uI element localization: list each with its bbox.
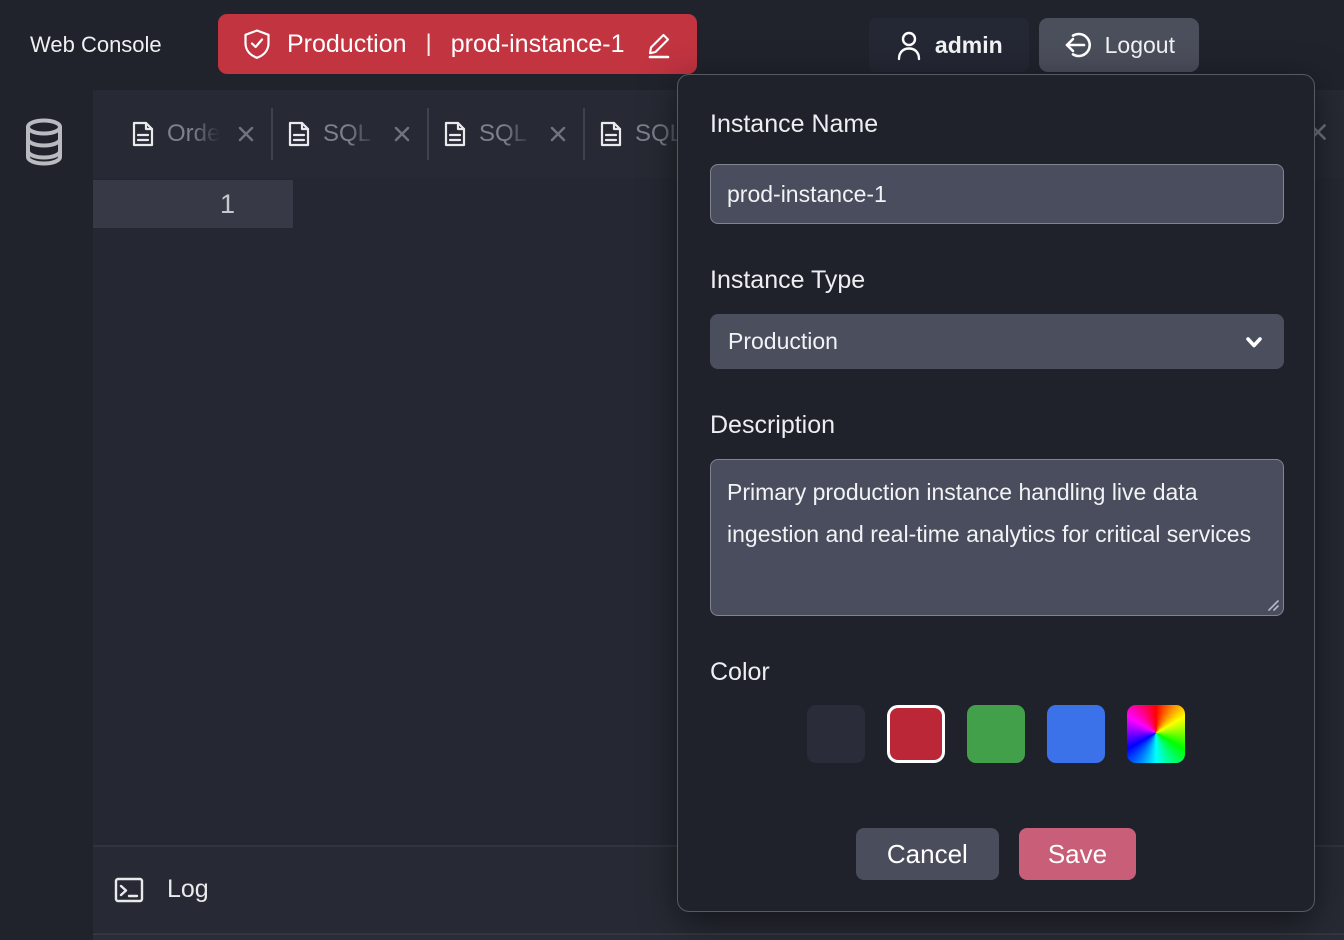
resize-handle-icon[interactable] <box>1267 599 1279 611</box>
logout-label: Logout <box>1105 32 1175 59</box>
instance-type-label: Production <box>287 30 407 59</box>
color-swatch-rainbow[interactable] <box>1127 705 1185 763</box>
web-console-screen: Web Console Production | prod-instance-1 <box>0 0 1344 940</box>
description-textarea[interactable]: Primary production instance handling liv… <box>710 459 1284 616</box>
file-icon <box>131 120 155 148</box>
chevron-down-icon <box>1242 330 1266 354</box>
file-icon <box>287 120 311 148</box>
description-field-label: Description <box>710 408 1282 442</box>
terminal-icon <box>113 874 145 906</box>
line-number: 1 <box>93 180 293 228</box>
user-name: admin <box>935 32 1003 59</box>
instance-badge[interactable]: Production | prod-instance-1 <box>218 14 697 74</box>
close-icon[interactable] <box>547 123 569 145</box>
instance-name-label: prod-instance-1 <box>451 30 625 59</box>
shield-check-icon <box>242 28 272 60</box>
tab-sql-1[interactable]: SQL <box>273 90 427 178</box>
modal-button-row: Cancel Save <box>710 828 1282 880</box>
color-swatch-green[interactable] <box>967 705 1025 763</box>
color-field-label: Color <box>710 655 1282 689</box>
tab-label: Orders <box>167 120 223 148</box>
color-swatch-red[interactable] <box>887 705 945 763</box>
save-button[interactable]: Save <box>1019 828 1136 880</box>
logout-button[interactable]: Logout <box>1039 18 1199 72</box>
close-icon[interactable] <box>235 123 257 145</box>
instance-name-field-label: Instance Name <box>710 107 1282 141</box>
color-swatch-blue[interactable] <box>1047 705 1105 763</box>
instance-type-field-label: Instance Type <box>710 263 1282 297</box>
user-chip[interactable]: admin <box>869 18 1029 72</box>
tab-label: SQL <box>323 120 379 148</box>
instance-name-input[interactable] <box>710 164 1284 224</box>
color-swatch-row <box>710 705 1282 763</box>
logout-icon <box>1063 30 1093 60</box>
file-icon <box>443 120 467 148</box>
tab-label: SQL <box>479 120 535 148</box>
database-icon[interactable] <box>24 118 64 166</box>
bottom-strip <box>93 933 1344 940</box>
instance-type-select[interactable]: Production <box>710 314 1284 369</box>
log-label: Log <box>167 875 209 904</box>
cancel-button[interactable]: Cancel <box>856 828 999 880</box>
app-title: Web Console <box>30 0 162 90</box>
edit-pencil-icon[interactable] <box>645 29 673 59</box>
tab-orders[interactable]: Orders <box>117 90 271 178</box>
topbar-right-group: admin Logout <box>869 18 1199 72</box>
close-icon[interactable] <box>391 123 413 145</box>
tab-sql-2[interactable]: SQL <box>429 90 583 178</box>
sidebar <box>0 90 93 940</box>
color-swatch-default[interactable] <box>807 705 865 763</box>
badge-separator: | <box>422 30 436 58</box>
file-icon <box>599 120 623 148</box>
instance-settings-modal: Instance Name Instance Type Production D… <box>677 74 1315 912</box>
user-icon <box>895 29 923 61</box>
description-textarea-wrap: Primary production instance handling liv… <box>710 459 1284 616</box>
instance-type-value: Production <box>728 328 838 355</box>
